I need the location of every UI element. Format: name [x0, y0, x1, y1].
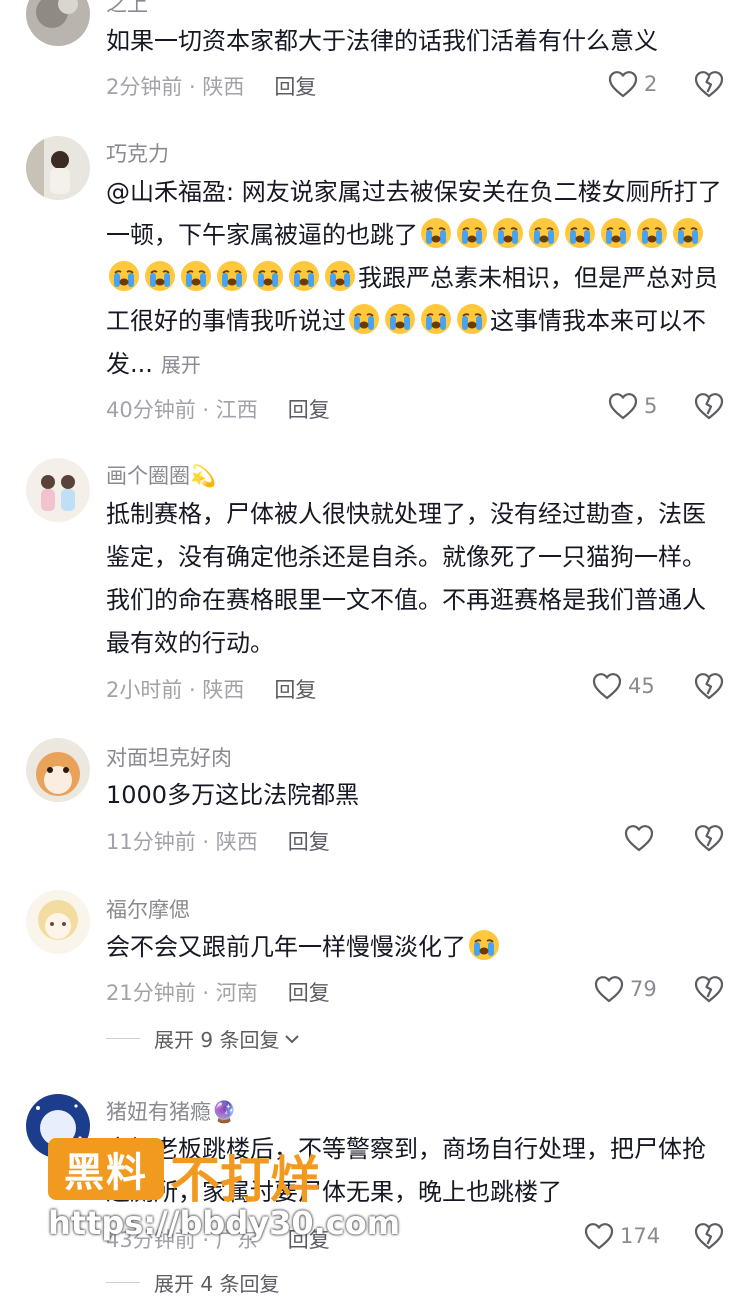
comment-text: 1000多万这比法院都黑: [106, 781, 360, 809]
comment-meta: 21分钟前 · 河南 回复: [106, 977, 330, 1007]
crying-emoji: [420, 217, 452, 249]
comment-time-location: 40分钟前 · 江西: [106, 398, 258, 422]
heart-outline-icon: [584, 1222, 614, 1250]
expand-link[interactable]: 展开: [161, 353, 201, 377]
dislike-heart-icon: [694, 672, 724, 700]
comment-meta: 2分钟前 · 陕西 回复: [106, 71, 316, 101]
heart-outline-icon: [624, 824, 654, 852]
comment-text: 抵制赛格，尸体被人很快就处理了，没有经过勘查，法医鉴定，没有确定他杀还是自杀。就…: [106, 500, 706, 657]
dislike-heart-icon: [694, 975, 724, 1003]
comment-time-location: 11分钟前 · 陕西: [106, 830, 258, 854]
heart-outline-icon: [594, 975, 624, 1003]
reply-button[interactable]: 回复: [274, 678, 316, 702]
heart-outline-icon: [592, 672, 622, 700]
comment-author[interactable]: 之上: [106, 0, 148, 18]
dislike-button[interactable]: [694, 824, 724, 852]
crying-emoji: [564, 217, 596, 249]
comment-text: 会不会又跟前几年一样慢慢淡化了: [106, 926, 722, 969]
crying-emoji: [252, 260, 284, 292]
like-button[interactable]: 45: [592, 672, 655, 700]
chevron-down-icon: [285, 1034, 300, 1043]
comment-meta: 40分钟前 · 江西 回复: [106, 394, 330, 424]
like-count: 79: [630, 977, 657, 1001]
crying-emoji: [180, 260, 212, 292]
comment-author[interactable]: 福尔摩偲: [106, 894, 190, 924]
crying-emoji: [384, 303, 416, 335]
like-count: 45: [628, 674, 655, 698]
comment-meta: 11分钟前 · 陕西 回复: [106, 826, 330, 856]
crying-emoji: [324, 260, 356, 292]
crying-emoji: [672, 217, 704, 249]
crying-emoji: [420, 303, 452, 335]
avatar[interactable]: [26, 890, 90, 954]
crying-emoji: [108, 260, 140, 292]
heart-outline-icon: [608, 392, 638, 420]
dislike-button[interactable]: [694, 1222, 724, 1250]
comment-author[interactable]: 画个圈圈💫: [106, 460, 216, 490]
crystal-ball-emoji: 🔮: [211, 1100, 238, 1124]
like-button[interactable]: [624, 824, 654, 852]
watermark-badge: 黑料: [48, 1138, 164, 1200]
expand-replies-button[interactable]: 展开 4 条回复: [106, 1268, 279, 1297]
watermark-title: 不打烊: [170, 1151, 320, 1209]
avatar[interactable]: [26, 738, 90, 802]
reply-button[interactable]: 回复: [288, 830, 330, 854]
author-name: 猪妞有猪瘾: [106, 1100, 211, 1124]
dislike-button[interactable]: [694, 392, 724, 420]
reply-button[interactable]: 回复: [288, 981, 330, 1005]
crying-emoji: [468, 929, 500, 961]
avatar[interactable]: [26, 458, 90, 522]
like-button[interactable]: 2: [608, 70, 657, 98]
crying-emoji: [348, 303, 380, 335]
comment-author[interactable]: 猪妞有猪瘾🔮: [106, 1096, 237, 1126]
comment-text: @山禾福盈: 网友说家属过去被保安关在负二楼女厕所打了一顿，下午家属被逼的也跳了…: [106, 171, 722, 387]
crying-emoji: [456, 303, 488, 335]
expand-replies-button[interactable]: 展开 9 条回复: [106, 1024, 301, 1053]
dislike-heart-icon: [694, 70, 724, 98]
comment-text: 如果一切资本家都大于法律的话我们活着有什么意义: [106, 27, 658, 55]
expand-replies-label: 展开 9 条回复: [154, 1028, 280, 1052]
crying-emoji: [528, 217, 560, 249]
author-name: 画个圈圈: [106, 464, 190, 488]
crying-emoji: [492, 217, 524, 249]
dislike-button[interactable]: [694, 975, 724, 1003]
dislike-heart-icon: [694, 392, 724, 420]
crying-emoji: [600, 217, 632, 249]
divider-line: [106, 1038, 140, 1039]
crying-emoji: [636, 217, 668, 249]
watermark-url: https://bbdy30.com: [48, 1204, 401, 1242]
dislike-heart-icon: [694, 1222, 724, 1250]
dislike-heart-icon: [694, 824, 724, 852]
avatar[interactable]: [26, 136, 90, 200]
comment-author[interactable]: 对面坦克好肉: [106, 742, 232, 772]
like-count: 2: [644, 72, 658, 96]
like-count: 174: [620, 1224, 661, 1248]
avatar[interactable]: [26, 0, 90, 46]
like-button[interactable]: 79: [594, 975, 657, 1003]
comment-meta: 2小时前 · 陕西 回复: [106, 674, 316, 704]
like-count: 5: [644, 394, 658, 418]
divider-line: [106, 1282, 140, 1283]
reply-button[interactable]: 回复: [274, 75, 316, 99]
crying-emoji: [456, 217, 488, 249]
dislike-button[interactable]: [694, 70, 724, 98]
watermark: 黑料 不打烊 https://bbdy30.com: [48, 1138, 400, 1256]
expand-replies-label: 展开 4 条回复: [154, 1272, 280, 1296]
crying-emoji: [216, 260, 248, 292]
reply-button[interactable]: 回复: [288, 398, 330, 422]
comment-time-location: 2小时前 · 陕西: [106, 678, 245, 702]
heart-outline-icon: [608, 70, 638, 98]
comment-author[interactable]: 巧克力: [106, 138, 169, 168]
like-button[interactable]: 174: [584, 1222, 660, 1250]
comment-time-location: 21分钟前 · 河南: [106, 981, 258, 1005]
like-button[interactable]: 5: [608, 392, 657, 420]
dizzy-emoji: 💫: [190, 464, 217, 488]
crying-emoji: [144, 260, 176, 292]
comment-text-part: 会不会又跟前几年一样慢慢淡化了: [106, 933, 466, 961]
dislike-button[interactable]: [694, 672, 724, 700]
crying-emoji: [288, 260, 320, 292]
comment-time-location: 2分钟前 · 陕西: [106, 75, 245, 99]
